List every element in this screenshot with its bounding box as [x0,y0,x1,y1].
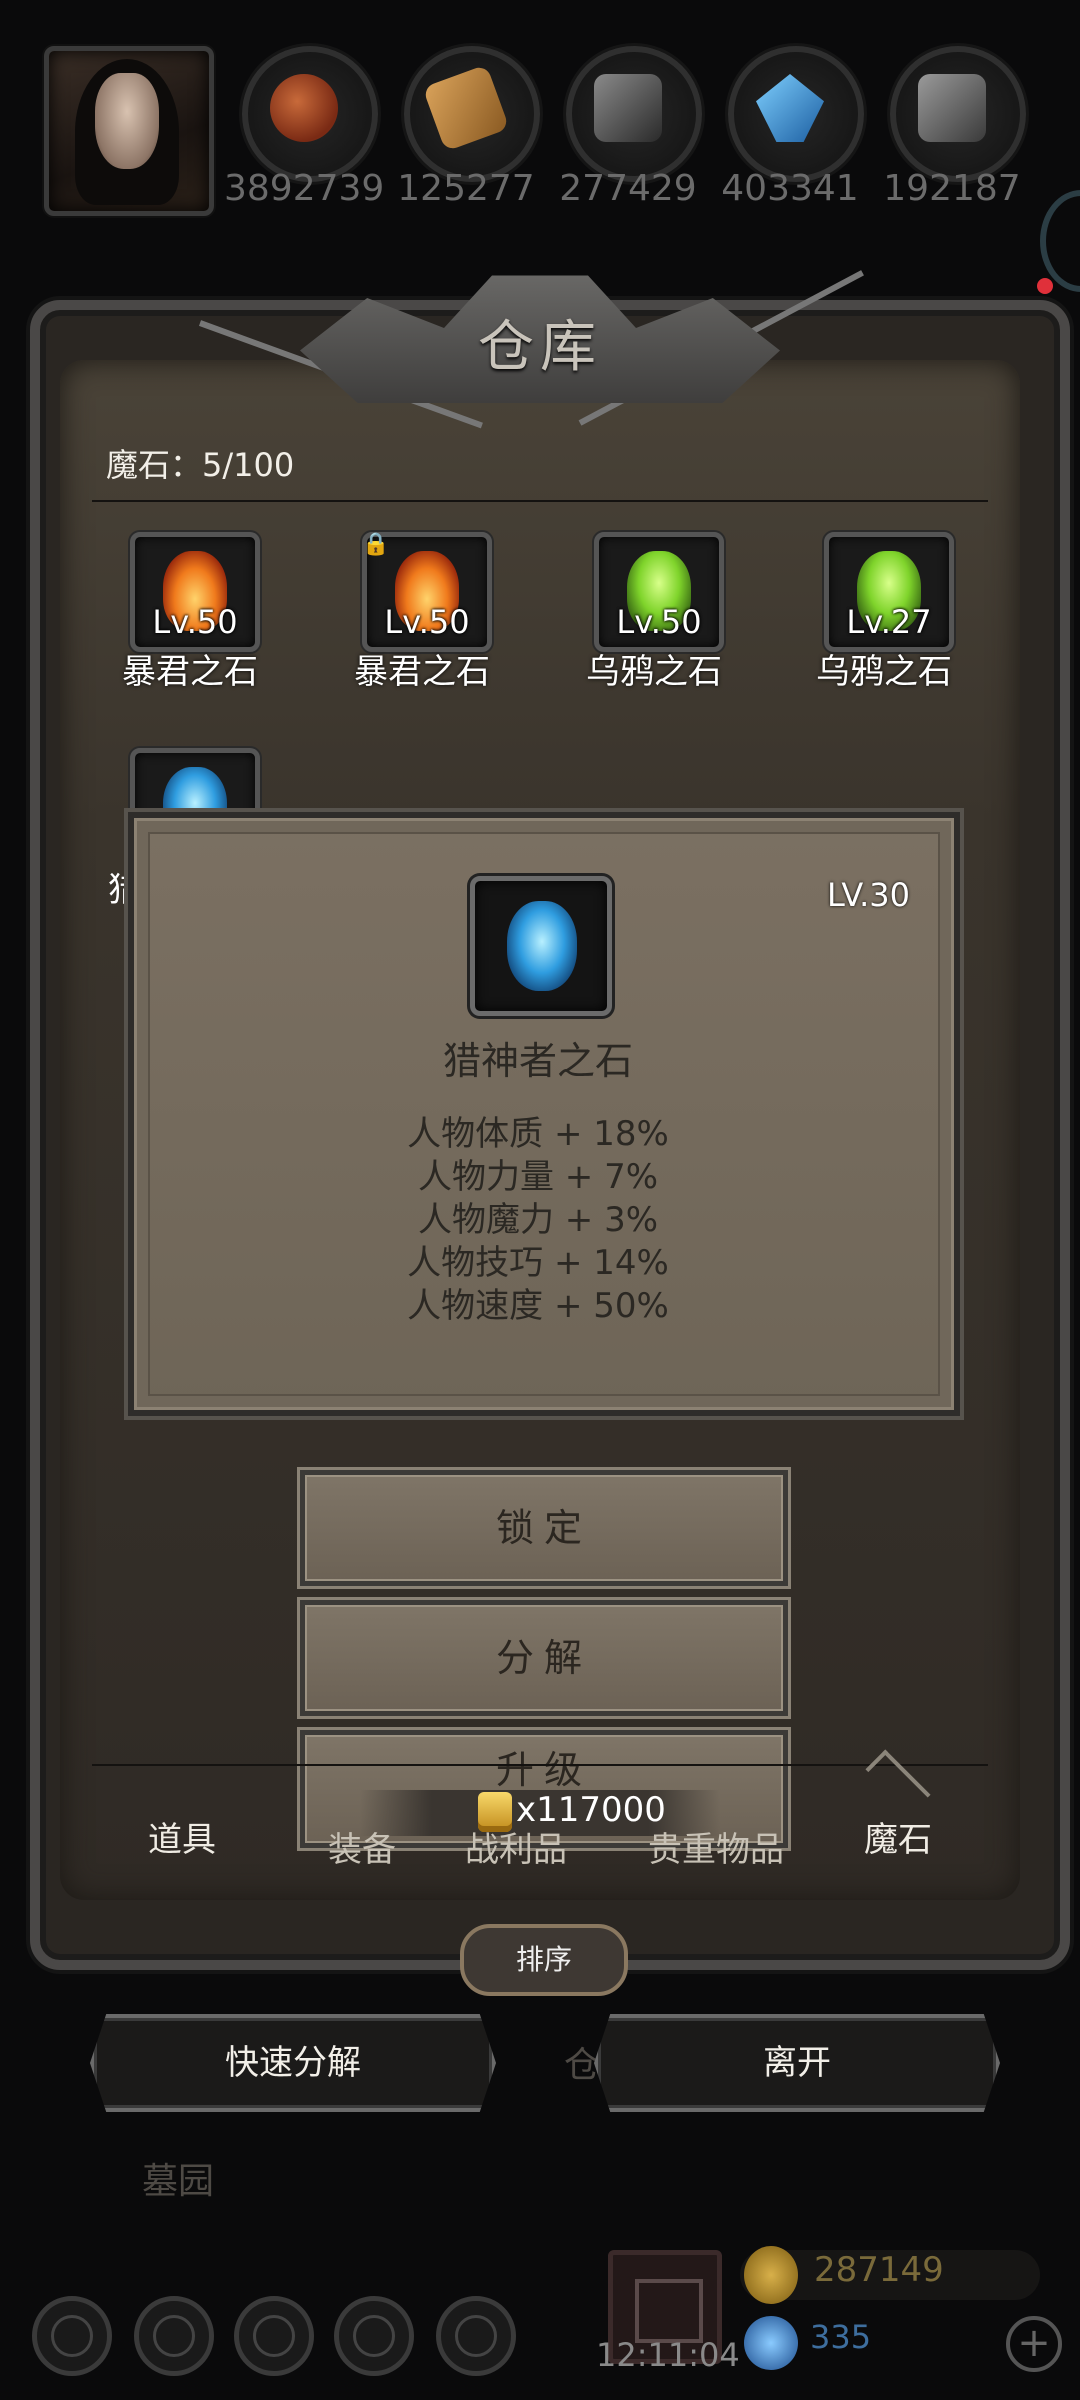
crystal-icon[interactable] [728,46,864,182]
warehouse-title: 仓库 [478,315,602,380]
lock-button[interactable]: 锁定 [300,1470,788,1586]
lock-icon: 🔒 [362,532,390,557]
castle-icon[interactable] [234,2296,314,2376]
magic-stone-capacity: 魔石：5/100 [106,446,295,484]
stat-line: 人物技巧 + 14% [407,1243,669,1283]
quick-decompose-button[interactable]: 快速分解 [90,2014,496,2112]
item-name: 暴君之石 [122,652,258,692]
decompose-button[interactable]: 分解 [300,1600,788,1716]
decompose-button-label: 分解 [495,1636,592,1680]
iron-count: 192187 [883,168,1021,209]
upgrade-button-label: 升级 [495,1748,592,1792]
stat-line: 人物力量 + 7% [417,1157,659,1197]
wood-count: 125277 [397,168,535,209]
stat-line: 人物魔力 + 3% [417,1200,659,1240]
tab-divider [92,1764,988,1766]
tab-magic-stone[interactable]: 魔石 [808,1812,988,1861]
star-badge-icon[interactable] [134,2296,214,2376]
item-name: 暴君之石 [354,652,490,692]
wood-icon[interactable] [404,46,540,182]
stat-line: 人物速度 + 50% [407,1286,669,1326]
lock-button-label: 锁定 [495,1506,592,1550]
stone-count: 277429 [559,168,697,209]
item-level: Lv.50 [152,603,238,641]
leave-button[interactable]: 离开 [594,2014,1000,2112]
add-currency-button[interactable]: + [1006,2316,1062,2372]
stat-line: 人物体质 + 18% [407,1114,669,1154]
item-name: 乌鸦之石 [586,652,722,692]
item-slot[interactable]: Lv.27 [824,532,954,652]
gem-icon [744,2316,798,2370]
item-detail-name: 猎神者之石 [442,1039,633,1083]
tab-valuables[interactable]: 贵重物品 [606,1822,826,1871]
settings-icon[interactable] [32,2296,112,2376]
item-detail-level: LV.30 [827,876,910,914]
notification-dot [1037,278,1053,294]
portrait-face [95,73,159,169]
tab-equipment[interactable]: 装备 [272,1822,452,1871]
item-name: 乌鸦之石 [816,652,952,692]
meat-count: 3892739 [224,168,385,209]
sort-button[interactable]: 排序 [460,1924,628,1996]
gold-icon [744,2246,798,2304]
blue-stone-icon [507,901,577,991]
player-portrait[interactable] [44,46,214,216]
item-level: Lv.27 [846,603,932,641]
tab-items[interactable]: 道具 [92,1812,272,1861]
item-level: Lv.50 [384,603,470,641]
background-graveyard-label: 墓园 [142,2161,215,2202]
gold-amount: 287149 [814,2250,944,2290]
item-slot[interactable]: Lv.50 [594,532,724,652]
divider [92,500,988,502]
meat-icon[interactable] [242,46,378,182]
selected-item-icon [470,876,612,1016]
tab-loot[interactable]: 战利品 [426,1822,606,1871]
game-clock: 12:11:04 [596,2336,740,2374]
side-menu-ring-icon[interactable] [1040,190,1080,292]
mail-icon[interactable] [334,2296,414,2376]
iron-icon[interactable] [890,46,1026,182]
gem-amount: 335 [810,2318,872,2356]
stone-icon[interactable] [566,46,702,182]
handshake-icon[interactable] [436,2296,516,2376]
crystal-count: 403341 [721,168,859,209]
item-slot[interactable]: Lv.50 [130,532,260,652]
item-level: Lv.50 [616,603,702,641]
